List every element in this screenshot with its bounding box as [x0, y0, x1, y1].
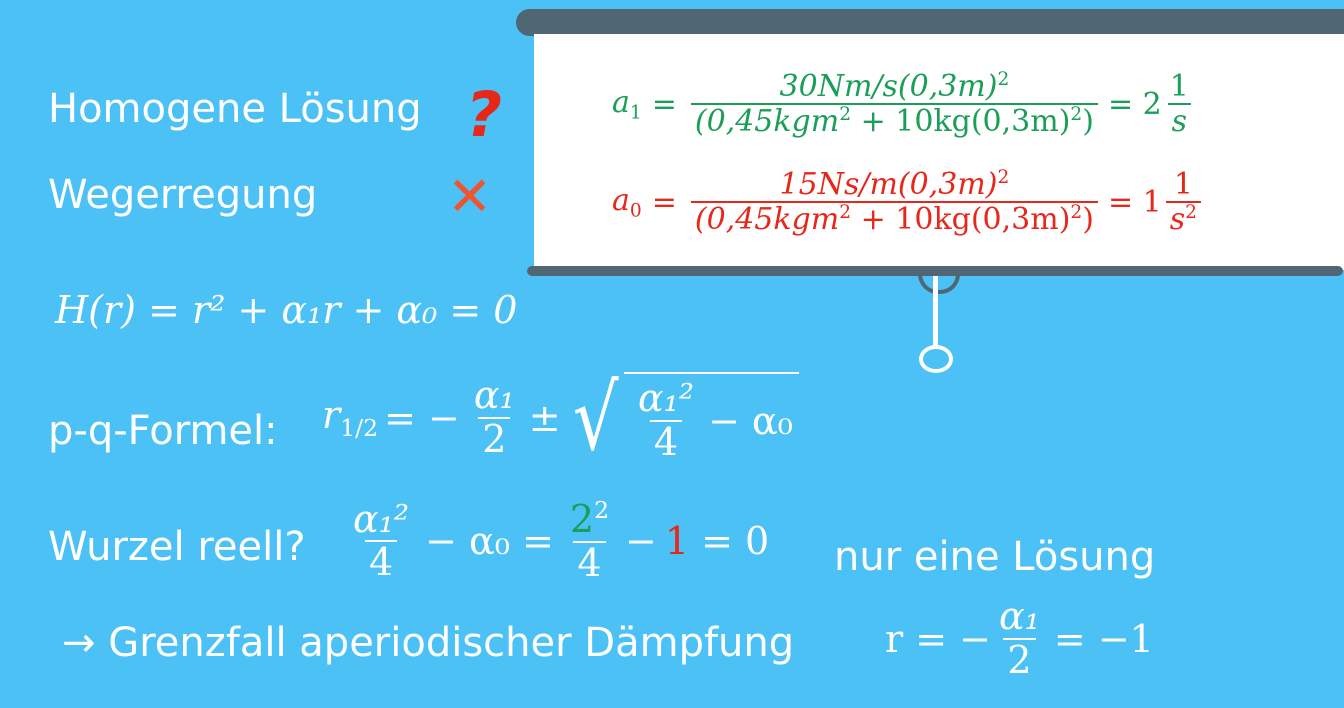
pull-cord — [933, 276, 938, 346]
nur-eine-loesung-label: nur eine Lösung — [834, 534, 1156, 580]
pq-fraction: α₁ 2 — [473, 373, 515, 461]
sqrt-icon: √ — [572, 365, 619, 471]
alpha1-fraction: 30Nm/s(0,3m)2 (0,45kgm2 + 10kg(0,3m)2) — [690, 69, 1098, 138]
alpha1-numerator: 30Nm/s(0,3m)2 — [779, 69, 1010, 105]
alpha0-fraction: 15Ns/m(0,3m)2 (0,45kgm2 + 10kg(0,3m)2) — [690, 167, 1098, 236]
characteristic-polynomial: H(r) = r² + α₁r + α₀ = 0 — [55, 288, 518, 332]
pq-formel-label: p-q-Formel: — [48, 408, 278, 454]
homogene-loesung-label: Homogene Lösung — [48, 86, 422, 132]
alpha1-lhs: a1 — [612, 84, 642, 124]
pq-formula: r1/2 = − α₁ 2 ± √ α₁² 4 − α₀ — [322, 372, 799, 464]
wurzel-reell-label: Wurzel reell? — [48, 524, 306, 570]
projector-screen-top-bar — [516, 9, 1344, 36]
wegerregung-label: Wegerregung — [48, 172, 318, 218]
cross-icon: ✕ — [447, 165, 493, 228]
pq-square-root: √ α₁² 4 − α₀ — [567, 372, 799, 464]
alpha0-lhs: a0 — [612, 182, 642, 222]
pull-cord-ring — [919, 345, 953, 373]
question-mark-icon: ? — [459, 78, 509, 151]
alpha0-formula: a0 = 15Ns/m(0,3m)2 (0,45kgm2 + 10kg(0,3m… — [612, 167, 1205, 236]
alpha0-numerator: 15Ns/m(0,3m)2 — [779, 167, 1010, 203]
alpha0-denominator: (0,45kgm2 + 10kg(0,3m)2) — [690, 201, 1098, 236]
alpha0-unit: 1 s2 — [1165, 168, 1201, 236]
alpha1-denominator: (0,45kgm2 + 10kg(0,3m)2) — [690, 103, 1098, 138]
alpha1-result: = 2 — [1107, 86, 1162, 122]
projector-screen: a1 = 30Nm/s(0,3m)2 (0,45kgm2 + 10kg(0,3m… — [534, 34, 1344, 270]
alpha1-unit: 1 s — [1166, 70, 1193, 138]
pq-lhs: r1/2 — [322, 393, 379, 443]
discriminant-formula: α₁² 4 − α₀ = 22 4 − 1 = 0 — [353, 496, 770, 585]
alpha1-formula: a1 = 30Nm/s(0,3m)2 (0,45kgm2 + 10kg(0,3m… — [612, 69, 1197, 138]
pull-cord-hook — [918, 268, 960, 294]
alpha0-result: = 1 — [1107, 184, 1162, 220]
grenzfall-formula: r = − α₁ 2 = −1 — [885, 594, 1154, 682]
grenzfall-label: → Grenzfall aperiodischer Dämpfung — [62, 620, 795, 666]
